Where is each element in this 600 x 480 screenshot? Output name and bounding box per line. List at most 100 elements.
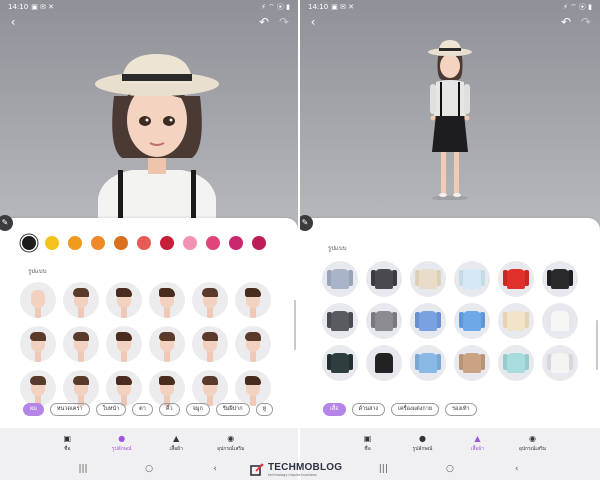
preview-shirt xyxy=(551,311,569,331)
hair-style-option[interactable] xyxy=(149,370,185,406)
clothing-option[interactable] xyxy=(498,345,534,381)
hair-style-option[interactable] xyxy=(20,326,56,362)
hair-style-option[interactable] xyxy=(106,370,142,406)
hair-color-swatch[interactable] xyxy=(22,236,36,250)
category-chip[interactable]: เสื้อ xyxy=(323,403,346,416)
hair-style-option[interactable] xyxy=(149,326,185,362)
clothing-option[interactable] xyxy=(454,303,490,339)
category-chip[interactable]: รองเท้า xyxy=(445,403,477,416)
avatar-viewport[interactable]: 14:10 ▣ ✉ ✕ ⚡ ⌔ ⦿ ▮ ‹ ↶ ↷ xyxy=(0,0,298,230)
tab-clothes[interactable]: ▲ เสื้อผ้า xyxy=(458,428,498,458)
clothing-option[interactable] xyxy=(410,261,446,297)
tab-accessories[interactable]: ◉ อุปกรณ์เสริม xyxy=(211,428,251,458)
undo-icon[interactable]: ↶ xyxy=(558,14,574,30)
category-chip[interactable]: หนวดเครา xyxy=(49,403,90,416)
hair-style-option[interactable] xyxy=(192,282,228,318)
style-section-label: รูปแบบ xyxy=(328,245,347,252)
clothing-option[interactable] xyxy=(322,261,358,297)
tab-name[interactable]: ▣ ชื่อ xyxy=(47,428,87,458)
hair-color-swatch[interactable] xyxy=(114,236,128,250)
avatar-fullbody xyxy=(428,40,472,200)
undo-icon[interactable]: ↶ xyxy=(256,14,272,30)
preview-neck xyxy=(207,351,213,362)
clothing-option[interactable] xyxy=(542,303,578,339)
clothing-option[interactable] xyxy=(454,345,490,381)
preview-shirt xyxy=(375,353,393,373)
clothing-option[interactable] xyxy=(410,303,446,339)
home-icon[interactable]: ○ xyxy=(139,464,159,474)
hair-style-option[interactable] xyxy=(106,326,142,362)
hair-style-option[interactable] xyxy=(20,370,56,406)
tab-name[interactable]: ▣ ชื่อ xyxy=(348,428,388,458)
hair-style-option[interactable] xyxy=(149,282,185,318)
clothing-option[interactable] xyxy=(542,261,578,297)
hair-style-option[interactable] xyxy=(235,370,271,406)
category-chip[interactable]: ผม xyxy=(23,403,44,416)
hair-style-option[interactable] xyxy=(63,282,99,318)
preview-hair xyxy=(159,332,175,341)
hair-color-swatch[interactable] xyxy=(137,236,151,250)
hair-color-swatch[interactable] xyxy=(206,236,220,250)
preview-shirt xyxy=(507,353,525,373)
bottom-tab-bar: ▣ ชื่อ ● รูปลักษณ์ ▲ เสื้อผ้า ◉ อุปกรณ์เสริม xyxy=(300,428,600,458)
back-arrow-icon[interactable]: ‹ xyxy=(305,14,321,30)
hair-color-swatch[interactable] xyxy=(160,236,174,250)
redo-icon[interactable]: ↷ xyxy=(276,14,292,30)
tab-appearance[interactable]: ● รูปลักษณ์ xyxy=(403,428,443,458)
hair-color-swatch[interactable] xyxy=(229,236,243,250)
clothing-option[interactable] xyxy=(366,345,402,381)
tab-accessories[interactable]: ◉ อุปกรณ์เสริม xyxy=(513,428,553,458)
hair-style-option[interactable] xyxy=(63,370,99,406)
recent-apps-icon[interactable]: ||| xyxy=(73,464,93,474)
accessory-icon: ◉ xyxy=(529,433,536,443)
category-chip[interactable]: จมูก xyxy=(185,403,210,416)
clothing-option[interactable] xyxy=(366,303,402,339)
tab-appearance[interactable]: ● รูปลักษณ์ xyxy=(102,428,142,458)
back-arrow-icon[interactable]: ‹ xyxy=(5,14,21,30)
category-chip[interactable]: หู xyxy=(255,403,274,416)
back-icon[interactable]: ‹ xyxy=(205,464,225,474)
hair-style-option[interactable] xyxy=(235,326,271,362)
category-chip[interactable]: รีมฝีปาก xyxy=(215,403,250,416)
category-chip[interactable]: ใบหน้า xyxy=(95,403,127,416)
avatar-closeup xyxy=(95,54,219,230)
hair-style-option[interactable] xyxy=(63,326,99,362)
clothing-category-chips: เสื้อ ด้านล่าง เครื่องแต่งกาย รองเท้า xyxy=(323,403,483,416)
shirt-icon: ▲ xyxy=(173,433,180,443)
hair-color-swatch[interactable] xyxy=(68,236,82,250)
home-icon[interactable]: ○ xyxy=(440,464,460,474)
scroll-indicator[interactable] xyxy=(596,320,598,370)
hair-style-option[interactable] xyxy=(192,370,228,406)
redo-icon[interactable]: ↷ xyxy=(578,14,594,30)
hair-color-swatch[interactable] xyxy=(45,236,59,250)
category-chip[interactable]: คิ้ว xyxy=(158,403,180,416)
category-chip[interactable]: ตา xyxy=(132,403,153,416)
hair-style-option[interactable] xyxy=(235,282,271,318)
clothing-option[interactable] xyxy=(322,345,358,381)
preview-hair xyxy=(116,288,132,297)
clothing-option[interactable] xyxy=(498,303,534,339)
hair-color-swatch[interactable] xyxy=(183,236,197,250)
hair-style-option[interactable] xyxy=(192,326,228,362)
preview-neck xyxy=(35,351,41,362)
hair-color-swatch[interactable] xyxy=(91,236,105,250)
clothing-option[interactable] xyxy=(542,345,578,381)
hair-style-option[interactable] xyxy=(20,282,56,318)
recent-apps-icon[interactable]: ||| xyxy=(373,464,393,474)
hair-color-swatch[interactable] xyxy=(252,236,266,250)
avatar-viewport-fullbody[interactable]: 14:10 ▣ ✉ ✕ ⚡ ⌔ ⦿ ▮ ‹ ↶ ↷ xyxy=(300,0,600,230)
clothing-option[interactable] xyxy=(322,303,358,339)
clothing-option[interactable] xyxy=(410,345,446,381)
clothing-option[interactable] xyxy=(498,261,534,297)
category-chip[interactable]: เครื่องแต่งกาย xyxy=(391,403,440,416)
preview-hair xyxy=(73,332,89,341)
clothing-option[interactable] xyxy=(366,261,402,297)
tab-clothes[interactable]: ▲ เสื้อผ้า xyxy=(156,428,196,458)
preview-neck xyxy=(121,351,127,362)
preview-shirt xyxy=(375,269,393,289)
back-icon[interactable]: ‹ xyxy=(507,464,527,474)
hair-style-option[interactable] xyxy=(106,282,142,318)
category-chip[interactable]: ด้านล่าง xyxy=(351,403,386,416)
scroll-indicator[interactable] xyxy=(294,300,296,350)
clothing-option[interactable] xyxy=(454,261,490,297)
